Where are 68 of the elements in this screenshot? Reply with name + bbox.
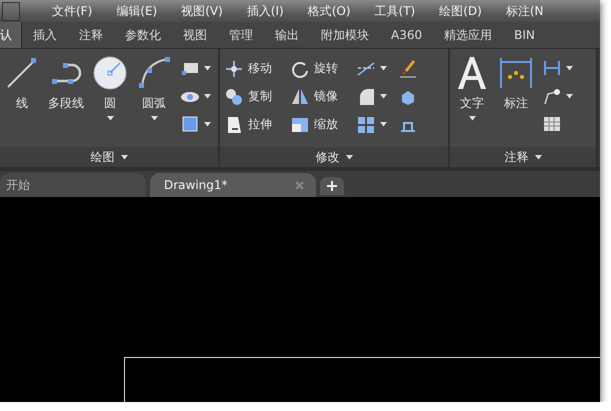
caret-icon[interactable]	[468, 116, 476, 121]
brush-icon[interactable]	[398, 58, 418, 78]
plus-icon[interactable]	[327, 181, 337, 191]
file-tab[interactable]: 开始	[0, 173, 146, 197]
move-icon[interactable]	[224, 58, 244, 78]
menu-item[interactable]: 文件(F)	[52, 2, 92, 20]
caret-icon[interactable]	[150, 116, 158, 121]
caret-icon[interactable]	[204, 66, 211, 70]
caret-icon[interactable]	[566, 94, 573, 98]
tool-label[interactable]: 圆弧	[142, 95, 166, 112]
app-menu-button[interactable]	[2, 2, 20, 20]
panel-title-bar[interactable]: 修改	[220, 147, 448, 167]
tool-label[interactable]: 移动	[248, 60, 272, 77]
panel-title-bar[interactable]: 注释	[450, 147, 596, 167]
dimension-icon[interactable]	[498, 55, 534, 91]
circle-icon[interactable]	[92, 55, 128, 91]
ribbon-tab[interactable]: 参数化	[114, 22, 172, 48]
ribbon-tab[interactable]: 认	[0, 22, 22, 48]
caret-icon[interactable]	[204, 94, 211, 98]
caret-icon[interactable]	[380, 94, 387, 99]
menu-item[interactable]: 工具(T)	[374, 2, 416, 20]
array-icon[interactable]	[356, 114, 376, 134]
menu-item[interactable]: 视图(V)	[181, 2, 223, 20]
dimension-icon[interactable]	[542, 58, 562, 78]
boundary-icon[interactable]	[180, 114, 200, 134]
ribbon-tab[interactable]: 视图	[172, 22, 218, 48]
arc-icon[interactable]	[136, 55, 172, 91]
tool-label[interactable]: 文字	[460, 95, 484, 112]
file-tab[interactable]: Drawing1*	[150, 173, 316, 197]
tool-label[interactable]: 线	[16, 95, 28, 112]
ribbon-tab[interactable]: 输出	[264, 22, 310, 48]
tool-label[interactable]: 缩放	[314, 116, 338, 133]
tool-label[interactable]: 旋转	[314, 60, 338, 77]
menu-item[interactable]: 格式(O)	[308, 2, 351, 20]
caret-icon[interactable]	[380, 122, 387, 127]
caret-icon[interactable]	[106, 116, 114, 121]
ribbon-tab[interactable]: 插入	[22, 22, 68, 48]
tool-label[interactable]: 拉伸	[248, 116, 272, 133]
menu-item[interactable]: 编辑(E)	[116, 2, 158, 20]
panel-title-bar[interactable]: 绘图	[0, 147, 218, 167]
tool-label[interactable]: 圆	[104, 95, 116, 112]
mirror-icon[interactable]	[290, 86, 310, 106]
tool-label[interactable]: 标注	[504, 95, 528, 112]
ribbon-tab[interactable]: 注释	[68, 22, 114, 48]
menu-item[interactable]: 绘图(D)	[439, 2, 482, 20]
ribbon-tab[interactable]: 精选应用	[433, 22, 504, 48]
menu-item[interactable]: 标注(N	[506, 2, 544, 20]
ribbon-tab[interactable]: A360	[380, 22, 434, 48]
copy-icon[interactable]	[224, 86, 244, 106]
panel-title: 修改	[316, 148, 340, 166]
table-icon[interactable]	[542, 114, 562, 134]
caret-icon[interactable]	[204, 122, 211, 126]
ribbon-tab[interactable]: 管理	[218, 22, 264, 48]
ribbon-tab[interactable]: 附加模块	[310, 22, 380, 48]
tool-label[interactable]: 多段线	[48, 95, 84, 112]
leader-icon[interactable]	[542, 86, 562, 106]
panel-title: 注释	[504, 148, 528, 166]
menu-item[interactable]: 插入(I)	[246, 2, 284, 20]
panel-title: 绘图	[90, 148, 114, 166]
caret-icon[interactable]	[120, 154, 128, 160]
new-tab-button[interactable]	[320, 177, 344, 195]
caret-icon[interactable]	[346, 154, 352, 160]
ribbon-tab[interactable]: BIN	[503, 22, 546, 48]
caret-icon[interactable]	[534, 154, 542, 160]
caret-icon[interactable]	[380, 66, 387, 71]
tool-label[interactable]: 复制	[248, 88, 272, 105]
caret-icon[interactable]	[566, 66, 573, 70]
tool-label[interactable]: 镜像	[314, 88, 338, 105]
